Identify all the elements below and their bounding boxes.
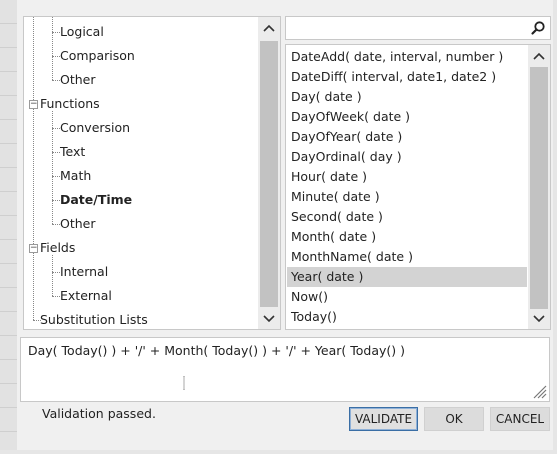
tree-connector bbox=[52, 80, 60, 81]
scroll-thumb[interactable] bbox=[260, 41, 278, 307]
chevron-up-icon bbox=[533, 52, 545, 60]
tree-item-other-functions[interactable]: Other bbox=[60, 214, 96, 234]
tree-item-external[interactable]: External bbox=[60, 286, 112, 306]
tree-item-fields[interactable]: Fields bbox=[40, 238, 75, 258]
function-item[interactable]: Now() bbox=[287, 287, 527, 307]
scroll-down-button[interactable] bbox=[258, 308, 280, 329]
tree-item-comparison[interactable]: Comparison bbox=[60, 46, 135, 66]
function-item[interactable]: Today() bbox=[287, 307, 527, 327]
tree-item-logical[interactable]: Logical bbox=[60, 22, 104, 42]
collapse-functions-toggle[interactable]: − bbox=[29, 100, 38, 109]
tree-connector bbox=[52, 296, 60, 297]
tree-connector bbox=[52, 255, 53, 296]
function-item[interactable]: DayOfYear( date ) bbox=[287, 127, 527, 147]
tree-item-math[interactable]: Math bbox=[60, 166, 91, 186]
chevron-down-icon bbox=[533, 315, 545, 323]
scroll-thumb[interactable] bbox=[530, 67, 548, 309]
function-search bbox=[285, 16, 551, 40]
function-list-scrollbar[interactable] bbox=[528, 45, 550, 329]
collapse-fields-toggle[interactable]: − bbox=[29, 244, 38, 253]
tree-connector bbox=[52, 56, 60, 57]
function-item[interactable]: Hour( date ) bbox=[287, 167, 527, 187]
tree-connector bbox=[52, 17, 53, 80]
function-item[interactable]: MonthName( date ) bbox=[287, 247, 527, 267]
function-item[interactable]: DateDiff( interval, date1, date2 ) bbox=[287, 67, 527, 87]
function-list[interactable]: DateAdd( date, interval, number ) DateDi… bbox=[285, 44, 551, 330]
chevron-up-icon bbox=[263, 24, 275, 32]
function-item[interactable]: DateAdd( date, interval, number ) bbox=[287, 47, 527, 67]
search-icon[interactable] bbox=[530, 20, 546, 36]
tree-connector bbox=[52, 128, 60, 129]
cancel-button[interactable]: CANCEL bbox=[490, 407, 550, 431]
background-edge-right bbox=[553, 0, 557, 454]
tree-item-date-time[interactable]: Date/Time bbox=[60, 190, 132, 210]
function-item[interactable]: Day( date ) bbox=[287, 87, 527, 107]
tree-connector bbox=[52, 152, 60, 153]
scroll-up-button[interactable] bbox=[528, 45, 550, 67]
background-edge-bottom bbox=[0, 450, 557, 454]
tree-connector bbox=[52, 176, 60, 177]
validation-status: Validation passed. bbox=[42, 406, 156, 421]
category-tree[interactable]: − − Logical Comparison Other Functions C… bbox=[23, 16, 281, 330]
tree-connector bbox=[52, 200, 60, 201]
tree-item-internal[interactable]: Internal bbox=[60, 262, 108, 282]
tree-connector bbox=[33, 17, 34, 320]
function-item[interactable]: Minute( date ) bbox=[287, 187, 527, 207]
ok-button[interactable]: OK bbox=[424, 407, 484, 431]
resize-grip-icon[interactable] bbox=[531, 383, 547, 399]
function-item[interactable]: DayOfWeek( date ) bbox=[287, 107, 527, 127]
tree-item-conversion[interactable]: Conversion bbox=[60, 118, 130, 138]
tree-connector bbox=[52, 224, 60, 225]
text-cursor-icon bbox=[183, 376, 185, 390]
function-item[interactable]: Second( date ) bbox=[287, 207, 527, 227]
function-item-selected[interactable]: Year( date ) bbox=[287, 267, 527, 287]
tree-connector bbox=[52, 32, 60, 33]
tree-item-functions[interactable]: Functions bbox=[40, 94, 100, 114]
tree-scrollbar[interactable] bbox=[258, 17, 280, 329]
chevron-down-icon bbox=[263, 315, 275, 323]
expression-text: Day( Today() ) + '/' + Month( Today() ) … bbox=[28, 343, 405, 358]
expression-editor[interactable]: Day( Today() ) + '/' + Month( Today() ) … bbox=[20, 337, 550, 402]
scroll-up-button[interactable] bbox=[258, 17, 280, 39]
function-item[interactable]: DayOrdinal( day ) bbox=[287, 147, 527, 167]
tree-item-substitution-lists[interactable]: Substitution Lists bbox=[40, 310, 148, 329]
tree-item-other[interactable]: Other bbox=[60, 70, 96, 90]
tree-connector bbox=[52, 272, 60, 273]
validate-button[interactable]: VALIDATE bbox=[349, 407, 418, 431]
background-grid bbox=[0, 0, 17, 454]
search-input[interactable] bbox=[286, 17, 526, 39]
tree-item-text[interactable]: Text bbox=[60, 142, 85, 162]
scroll-down-button[interactable] bbox=[528, 308, 550, 329]
function-item[interactable]: Month( date ) bbox=[287, 227, 527, 247]
